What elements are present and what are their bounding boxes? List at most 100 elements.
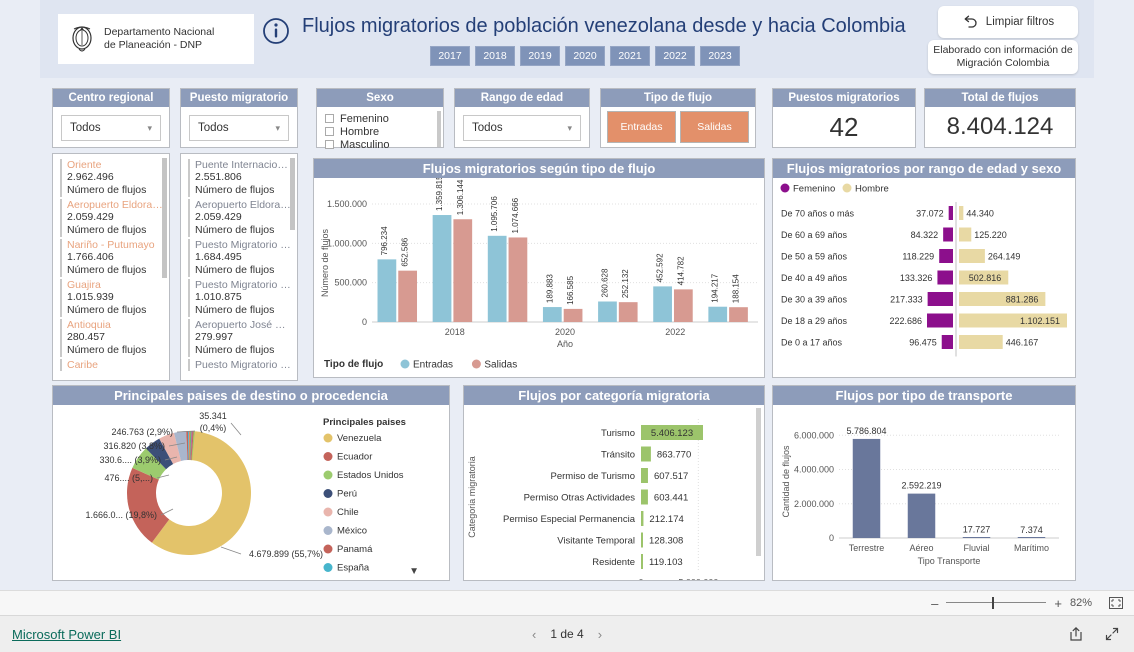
zoom-slider-handle[interactable]: [992, 597, 995, 609]
categoria-scrollbar[interactable]: [756, 408, 761, 556]
list-item-name: Aeropuerto José Mar...: [195, 319, 291, 331]
puesto-migratorio-scrollbar[interactable]: [290, 158, 295, 230]
colombia-seal-icon: [72, 26, 92, 52]
svg-text:Entradas: Entradas: [413, 360, 453, 371]
svg-text:Hombre: Hombre: [855, 184, 889, 195]
year-slicer[interactable]: 2017 2018 2019 2020 2021 2022 2023: [430, 46, 740, 66]
zoom-slider[interactable]: [946, 597, 1047, 609]
svg-text:De 30 a 39 años: De 30 a 39 años: [781, 295, 848, 305]
svg-text:246.763 (2,9%): 246.763 (2,9%): [111, 427, 173, 437]
sexo-option-label: Masculino: [340, 138, 390, 151]
status-bar-actions: [1068, 626, 1120, 642]
list-item-name: Puesto Migratorio P...: [195, 359, 291, 371]
svg-text:330.6.... (3,9%): 330.6.... (3,9%): [99, 455, 161, 465]
svg-text:Número de flujos: Número de flujos: [320, 228, 330, 297]
checkbox-icon[interactable]: [325, 127, 334, 136]
chart-flujos-tipo-flujo[interactable]: Flujos migratorios según tipo de flujo 0…: [313, 158, 765, 378]
svg-text:2020: 2020: [555, 327, 575, 337]
legend-more-chevron-icon[interactable]: ▼: [409, 566, 419, 577]
chart-categoria-migratoria[interactable]: Flujos por categoría migratoria Categori…: [463, 385, 765, 602]
slicer-puesto-migratorio-title: Puesto migratorio: [181, 89, 297, 107]
chart-categoria-svg[interactable]: Categoria migratoria 0 5.000.000 Turismo 5.4…: [464, 405, 764, 602]
svg-text:Marítimo: Marítimo: [1014, 543, 1049, 553]
svg-text:607.517: 607.517: [654, 471, 688, 482]
list-item: Aeropuerto José Mar... 279.997 Número de…: [183, 318, 295, 358]
list-centro-regional[interactable]: Oriente 2.962.496 Número de flujos Aerop…: [52, 153, 170, 381]
svg-text:De 40 a 49 años: De 40 a 49 años: [781, 273, 848, 283]
rango-edad-dropdown[interactable]: Todos ▾: [463, 115, 581, 141]
clear-filters-label: Limpiar filtros: [985, 16, 1055, 28]
centro-regional-scrollbar[interactable]: [162, 158, 167, 278]
list-item: Aeropuerto Eldorado... 2.059.429 Número …: [183, 198, 295, 238]
year-button[interactable]: 2017: [430, 46, 470, 66]
year-button[interactable]: 2020: [565, 46, 605, 66]
fullscreen-icon[interactable]: [1104, 626, 1120, 642]
chevron-right-icon[interactable]: ›: [598, 627, 602, 642]
centro-regional-dropdown[interactable]: Todos ▾: [61, 115, 161, 141]
chart-paises-svg[interactable]: 4.679.899 (55,7%) 1.666.0... (19,8%) 476..…: [53, 405, 449, 580]
list-item-sub: Número de flujos: [67, 264, 147, 276]
svg-text:128.308: 128.308: [649, 536, 683, 547]
list-item: Nariño - Putumayo 1.766.406 Número de fl…: [55, 238, 167, 278]
svg-text:México: México: [337, 526, 367, 537]
chart-flujos-tipo-svg[interactable]: 0 500.000 1.000.000 1.500.000 796.234 652.586…: [314, 175, 764, 377]
fit-to-page-icon[interactable]: [1108, 595, 1124, 611]
svg-text:446.167: 446.167: [1006, 338, 1039, 348]
list-item-name: Antioquia: [67, 319, 111, 331]
list-item-name: Aeropuerto Eldorado: [67, 199, 163, 211]
sexo-option-masculino[interactable]: Masculino: [325, 138, 435, 151]
list-item: Aeropuerto Eldorado 2.059.429 Número de …: [55, 198, 167, 238]
svg-text:7.374: 7.374: [1020, 525, 1043, 535]
tipo-flujo-entradas-button[interactable]: Entradas: [607, 111, 676, 143]
year-button[interactable]: 2022: [655, 46, 695, 66]
checkbox-icon[interactable]: [325, 114, 334, 123]
tipo-flujo-salidas-button[interactable]: Salidas: [680, 111, 749, 143]
list-item: Oriente 2.962.496 Número de flujos: [55, 158, 167, 198]
slicer-sexo: Sexo Femenino Hombre Masculino: [316, 88, 444, 151]
puesto-migratorio-value: Todos: [198, 122, 229, 134]
svg-text:De 50 a 59 años: De 50 a 59 años: [781, 252, 848, 262]
sexo-option-hombre[interactable]: Hombre: [325, 125, 435, 138]
checkbox-icon[interactable]: [325, 140, 334, 149]
svg-text:Permiso Otras Actividades: Permiso Otras Actividades: [524, 493, 636, 504]
clear-filters-button[interactable]: Limpiar filtros: [938, 6, 1078, 38]
svg-text:Fluvial: Fluvial: [963, 543, 989, 553]
chart-paises[interactable]: Principales paises de destino o proceden…: [52, 385, 450, 581]
list-item: Puesto Migratorio de... 1.684.495 Número…: [183, 238, 295, 278]
info-icon[interactable]: [262, 17, 290, 45]
chart-rango-edad-title: Flujos migratorios por rango de edad y s…: [773, 159, 1075, 178]
list-item-value: 2.551.806: [195, 171, 242, 183]
year-button[interactable]: 2023: [700, 46, 740, 66]
list-item-value: 1.010.875: [195, 291, 242, 303]
kpi-total-flujos: Total de flujos 8.404.124: [924, 88, 1076, 148]
svg-text:Venezuela: Venezuela: [337, 433, 382, 444]
list-puesto-migratorio[interactable]: Puente Internacional... 2.551.806 Número…: [180, 153, 298, 381]
puesto-migratorio-dropdown[interactable]: Todos ▾: [189, 115, 289, 141]
year-button[interactable]: 2019: [520, 46, 560, 66]
kpi-total-title: Total de flujos: [925, 89, 1075, 107]
svg-text:Permiso de Turismo: Permiso de Turismo: [551, 471, 635, 482]
sexo-option-femenino[interactable]: Femenino: [325, 112, 435, 125]
zoom-out-button[interactable]: –: [931, 596, 938, 611]
chevron-down-icon: ▾: [567, 122, 572, 133]
share-icon[interactable]: [1068, 626, 1084, 642]
chevron-left-icon[interactable]: ‹: [532, 627, 536, 642]
zoom-in-button[interactable]: +: [1054, 596, 1062, 611]
year-button[interactable]: 2021: [610, 46, 650, 66]
zoom-level-value: 82%: [1069, 597, 1092, 609]
chart-transporte-svg[interactable]: 0 2.000.000 4.000.000 6.000.000 5.786.804 Ter…: [773, 405, 1075, 580]
chart-tipo-transporte[interactable]: Flujos por tipo de transporte 0 2.000.000…: [772, 385, 1076, 581]
chart-rango-edad-svg[interactable]: Femenino Hombre De 70 años o más 37.072 44.3…: [773, 178, 1075, 377]
sexo-scrollbar[interactable]: [437, 111, 441, 147]
source-note: Elaborado con información de Migración C…: [928, 40, 1078, 74]
chart-rango-edad-sexo[interactable]: Flujos migratorios por rango de edad y s…: [772, 158, 1076, 378]
year-button[interactable]: 2018: [475, 46, 515, 66]
svg-text:796.234: 796.234: [380, 226, 389, 255]
svg-text:Ecuador: Ecuador: [337, 452, 372, 463]
list-item: Puente Internacional... 2.551.806 Número…: [183, 158, 295, 198]
svg-text:Residente: Residente: [592, 557, 635, 568]
list-item-name: Puesto Migratorio de...: [195, 279, 291, 291]
list-item-name: Caribe: [67, 359, 98, 371]
svg-text:96.475: 96.475: [909, 338, 937, 348]
powerbi-brand-link[interactable]: Microsoft Power BI: [12, 627, 121, 642]
